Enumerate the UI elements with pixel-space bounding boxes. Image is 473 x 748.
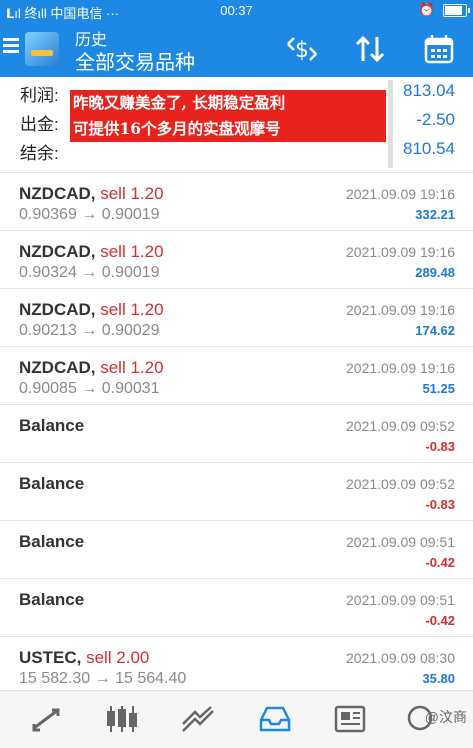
list-item[interactable]: Balance 2021.09.09 09:52 -0.83 [0,404,473,462]
alarm-icon: ⏰ [418,2,435,17]
battery-icon [443,3,470,17]
price-range: 0.90324 → 0.90019 [19,264,160,281]
symbol: Balance [19,532,85,551]
list-item[interactable]: USTEC, sell 2.00 15 582.30 → 15 564.40 2… [0,636,473,694]
profit-value: 332.21 [415,207,455,222]
app-bar: 历史 全部交易品种 $ [0,22,473,77]
watermark: @汶商 [424,709,467,725]
summary-value: 813.04 [403,81,455,100]
chart-icon[interactable] [97,699,147,739]
symbol: NZDCAD, [19,242,96,261]
quotes-icon[interactable] [22,699,72,739]
trade-side: sell 1.20 [95,184,164,203]
banner-line: 可提供16个多月的实盘观摩号 [73,119,281,138]
svg-text:$: $ [295,38,309,63]
timestamp: 2021.09.09 09:52 [346,418,455,434]
symbol: NZDCAD, [19,358,96,377]
profit-value: -0.42 [425,613,455,628]
price-range: 15 582.30 → 15 564.40 [19,670,187,687]
symbol: NZDCAD, [19,184,96,203]
list-item[interactable]: Balance 2021.09.09 09:52 -0.83 [0,462,473,520]
trade-side: sell 1.20 [95,242,164,261]
profit-value: -0.83 [425,497,455,512]
timestamp: 2021.09.09 08:30 [346,650,455,666]
summary-label: 结余: [20,144,59,163]
trade-side: sell 1.20 [95,300,164,319]
summary-label: 利润: [20,86,59,105]
summary-value: 810.54 [403,139,455,158]
banner-line: 昨晚又赚美金了, 长期稳定盈利 [73,93,286,112]
profit-value: 174.62 [415,323,455,338]
trade-side: sell 1.20 [95,358,164,377]
profit-value: 51.25 [422,381,455,396]
trade-icon[interactable] [173,699,223,739]
menu-icon[interactable] [3,38,19,54]
sort-icon[interactable] [350,34,390,64]
timestamp: 2021.09.09 19:16 [346,360,455,376]
timestamp: 2021.09.09 09:51 [346,592,455,608]
timestamp: 2021.09.09 09:52 [346,476,455,492]
list-item[interactable]: NZDCAD, sell 1.20 0.90085 → 0.90031 2021… [0,346,473,404]
symbol: Balance [19,590,85,609]
scrollbar[interactable] [388,80,393,168]
bottom-nav: @汶商 [0,690,473,748]
list-item[interactable]: Balance 2021.09.09 09:51 -0.42 [0,578,473,636]
timestamp: 2021.09.09 19:16 [346,302,455,318]
symbol: Balance [19,416,85,435]
profit-value: 289.48 [415,265,455,280]
list-item[interactable]: Balance 2021.09.09 09:51 -0.42 [0,520,473,578]
profit-value: 35.80 [422,671,455,686]
history-icon[interactable] [250,699,300,739]
history-list: NZDCAD, sell 1.20 0.90369 → 0.90019 2021… [0,172,473,694]
price-range: 0.90369 → 0.90019 [19,206,160,223]
summary-value: -2.50 [416,110,455,129]
list-item[interactable]: NZDCAD, sell 1.20 0.90369 → 0.90019 2021… [0,172,473,230]
currency-exchange-icon[interactable]: $ [282,34,322,64]
profit-value: -0.83 [425,439,455,454]
symbol: Balance [19,474,85,493]
price-range: 0.90085 → 0.90031 [19,380,160,397]
price-range: 0.90213 → 0.90029 [19,322,160,339]
app-logo [25,32,59,66]
status-time: 00:37 [220,3,253,18]
timestamp: 2021.09.09 19:16 [346,244,455,260]
symbol: USTEC, [19,648,82,667]
timestamp: 2021.09.09 19:16 [346,186,455,202]
profit-value: -0.42 [425,555,455,570]
timestamp: 2021.09.09 09:51 [346,534,455,550]
symbol: NZDCAD, [19,300,96,319]
status-bar: 𝗟ıl 终ıll 中国电信 ··· 00:37 ⏰ [0,0,473,22]
summary-label: 出金: [20,115,59,134]
trade-side: sell 2.00 [81,648,150,667]
news-icon[interactable] [325,699,375,739]
list-item[interactable]: NZDCAD, sell 1.20 0.90213 → 0.90029 2021… [0,288,473,346]
calendar-icon[interactable] [421,34,457,64]
page-title[interactable]: 全部交易品种 [75,46,195,75]
list-item[interactable]: NZDCAD, sell 1.20 0.90324 → 0.90019 2021… [0,230,473,288]
promo-banner: 昨晚又赚美金了, 长期稳定盈利 可提供16个多月的实盘观摩号 [70,90,386,142]
